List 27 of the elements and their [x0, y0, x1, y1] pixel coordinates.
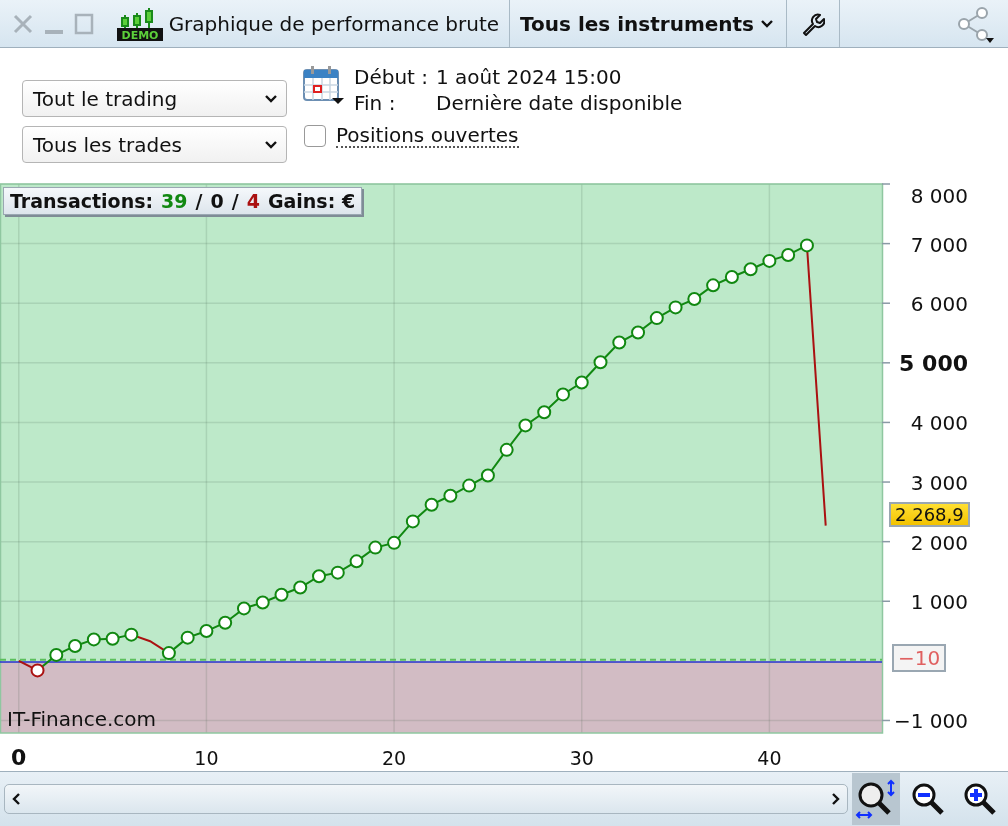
last-value-tag: 2 268,9	[889, 501, 970, 527]
y-axis-label: 5 000	[899, 350, 968, 376]
x-axis-label: 10	[194, 747, 219, 769]
y-axis-label: 8 000	[910, 184, 968, 208]
y-axis-label: 3 000	[910, 471, 968, 496]
y-axis-label: 7 000	[910, 232, 968, 257]
y-axis-label: −1 000	[894, 709, 968, 734]
end-label: Fin :	[354, 90, 397, 116]
x-axis-label: 0	[11, 745, 27, 770]
trade-summary: Transactions: 39 / 0 / 4 Gains: €	[3, 187, 363, 215]
y-axis-label: 4 000	[910, 411, 968, 436]
y-axis-label: 1 000	[910, 590, 968, 615]
dropdown[interactable]: Tout le trading	[22, 80, 287, 117]
x-axis-label: 40	[757, 747, 782, 769]
start-label: Début :	[354, 64, 428, 90]
x-axis-label: 20	[382, 747, 407, 769]
watermark: IT-Finance.com	[7, 707, 157, 731]
start-date: 1 août 2024 15:00	[436, 64, 623, 90]
y-axis-label: 2 000	[910, 530, 968, 555]
baseline-tag: −10	[892, 644, 947, 673]
dropdown[interactable]: Tous les trades	[22, 126, 287, 163]
y-axis-label: 6 000	[910, 292, 968, 317]
instrument-selector[interactable]: Tous les instruments	[510, 0, 787, 47]
x-axis-label: 30	[569, 747, 594, 769]
window-title: Graphique de performance brute	[168, 11, 500, 36]
checkbox-label[interactable]: Positions ouvertes	[336, 124, 519, 148]
end-date: Dernière date disponible	[436, 90, 683, 116]
